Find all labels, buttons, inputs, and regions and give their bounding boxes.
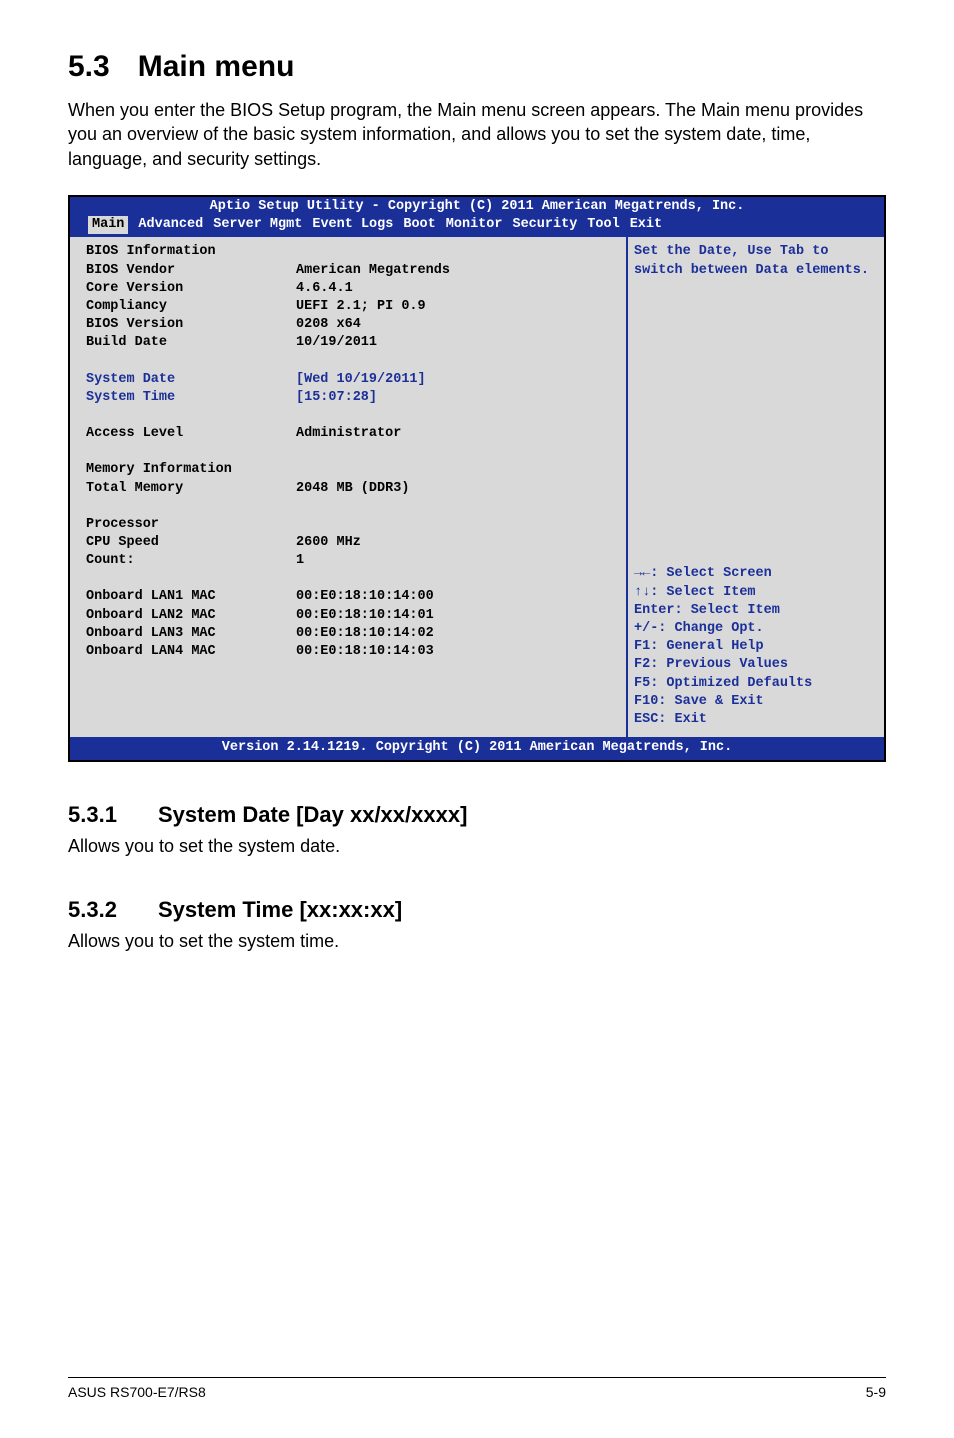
label-core-version: Core Version (86, 280, 296, 298)
value-bios-vendor: American Megatrends (296, 262, 616, 280)
label-total-memory: Total Memory (86, 480, 296, 498)
bios-footer: Version 2.14.1219. Copyright (C) 2011 Am… (70, 737, 884, 759)
value-core-version: 4.6.4.1 (296, 280, 616, 298)
help-line: F10: Save & Exit (634, 693, 878, 711)
tab-main[interactable]: Main (88, 216, 128, 234)
label-count: Count: (86, 552, 296, 570)
label-system-date[interactable]: System Date (86, 371, 296, 389)
subsection-2-text: Allows you to set the system time. (68, 931, 886, 952)
processor-title: Processor (86, 516, 296, 534)
value-bios-version: 0208 x64 (296, 316, 616, 334)
help-line: +/-: Change Opt. (634, 620, 878, 638)
value-lan1: 00:E0:18:10:14:00 (296, 588, 616, 606)
help-top-line: Set the Date, Use Tab to (634, 243, 878, 261)
value-lan4: 00:E0:18:10:14:03 (296, 643, 616, 661)
footer-right: 5-9 (866, 1384, 886, 1400)
label-lan2: Onboard LAN2 MAC (86, 607, 296, 625)
label-build-date: Build Date (86, 334, 296, 352)
bios-help-top: Set the Date, Use Tab to switch between … (634, 243, 878, 279)
value-count: 1 (296, 552, 616, 570)
subsection-1-title: System Date [Day xx/xx/xxxx] (158, 802, 467, 827)
bios-header: Aptio Setup Utility - Copyright (C) 2011… (70, 197, 884, 236)
intro-paragraph: When you enter the BIOS Setup program, t… (68, 98, 886, 171)
tab-tool[interactable]: Tool (587, 216, 619, 234)
subsection-2-title: System Time [xx:xx:xx] (158, 897, 402, 922)
bios-help-bottom: →←: Select Screen ↑↓: Select Item Enter:… (634, 565, 878, 729)
label-bios-vendor: BIOS Vendor (86, 262, 296, 280)
help-line: Enter: Select Item (634, 602, 878, 620)
value-lan2: 00:E0:18:10:14:01 (296, 607, 616, 625)
help-line: →←: Select Screen (634, 565, 878, 583)
bios-screenshot: Aptio Setup Utility - Copyright (C) 2011… (68, 195, 886, 762)
value-cpu-speed: 2600 MHz (296, 534, 616, 552)
help-line: F2: Previous Values (634, 656, 878, 674)
bios-body: BIOS Information BIOS VendorAmerican Meg… (70, 236, 884, 737)
bios-tab-row: Main Advanced Server Mgmt Event Logs Boo… (76, 216, 878, 234)
tab-event-logs[interactable]: Event Logs (312, 216, 393, 234)
mem-info-title: Memory Information (86, 461, 296, 479)
help-line: ESC: Exit (634, 711, 878, 729)
value-compliancy: UEFI 2.1; PI 0.9 (296, 298, 616, 316)
label-system-time[interactable]: System Time (86, 389, 296, 407)
label-lan1: Onboard LAN1 MAC (86, 588, 296, 606)
subsection-1-heading: 5.3.1System Date [Day xx/xx/xxxx] (68, 802, 886, 828)
value-system-date[interactable]: [Wed 10/19/2011] (296, 371, 616, 389)
section-heading: 5.3 Main menu (68, 50, 886, 84)
tab-security[interactable]: Security (512, 216, 577, 234)
page-footer: ASUS RS700-E7/RS8 5-9 (68, 1377, 886, 1400)
label-lan4: Onboard LAN4 MAC (86, 643, 296, 661)
help-line: ↑↓: Select Item (634, 584, 878, 602)
bios-help-pane: Set the Date, Use Tab to switch between … (626, 237, 884, 737)
label-bios-version: BIOS Version (86, 316, 296, 334)
subsection-1-text: Allows you to set the system date. (68, 836, 886, 857)
tab-exit[interactable]: Exit (630, 216, 662, 234)
section-title-text: Main menu (138, 50, 295, 83)
subsection-2-heading: 5.3.2System Time [xx:xx:xx] (68, 897, 886, 923)
bios-header-title: Aptio Setup Utility - Copyright (C) 2011… (76, 198, 878, 216)
tab-advanced[interactable]: Advanced (138, 216, 203, 234)
tab-boot[interactable]: Boot (403, 216, 435, 234)
label-compliancy: Compliancy (86, 298, 296, 316)
value-build-date: 10/19/2011 (296, 334, 616, 352)
bios-info-title: BIOS Information (86, 243, 296, 261)
help-line: F1: General Help (634, 638, 878, 656)
tab-monitor[interactable]: Monitor (446, 216, 503, 234)
help-line: F5: Optimized Defaults (634, 675, 878, 693)
section-number: 5.3 (68, 50, 110, 83)
tab-server-mgmt[interactable]: Server Mgmt (213, 216, 302, 234)
value-access-level: Administrator (296, 425, 616, 443)
label-cpu-speed: CPU Speed (86, 534, 296, 552)
value-total-memory: 2048 MB (DDR3) (296, 480, 616, 498)
value-lan3: 00:E0:18:10:14:02 (296, 625, 616, 643)
value-system-time[interactable]: [15:07:28] (296, 389, 616, 407)
footer-left: ASUS RS700-E7/RS8 (68, 1384, 206, 1400)
subsection-2-number: 5.3.2 (68, 897, 158, 923)
bios-left-pane: BIOS Information BIOS VendorAmerican Meg… (70, 237, 626, 737)
subsection-1-number: 5.3.1 (68, 802, 158, 828)
help-top-line: switch between Data elements. (634, 262, 878, 280)
label-lan3: Onboard LAN3 MAC (86, 625, 296, 643)
label-access-level: Access Level (86, 425, 296, 443)
